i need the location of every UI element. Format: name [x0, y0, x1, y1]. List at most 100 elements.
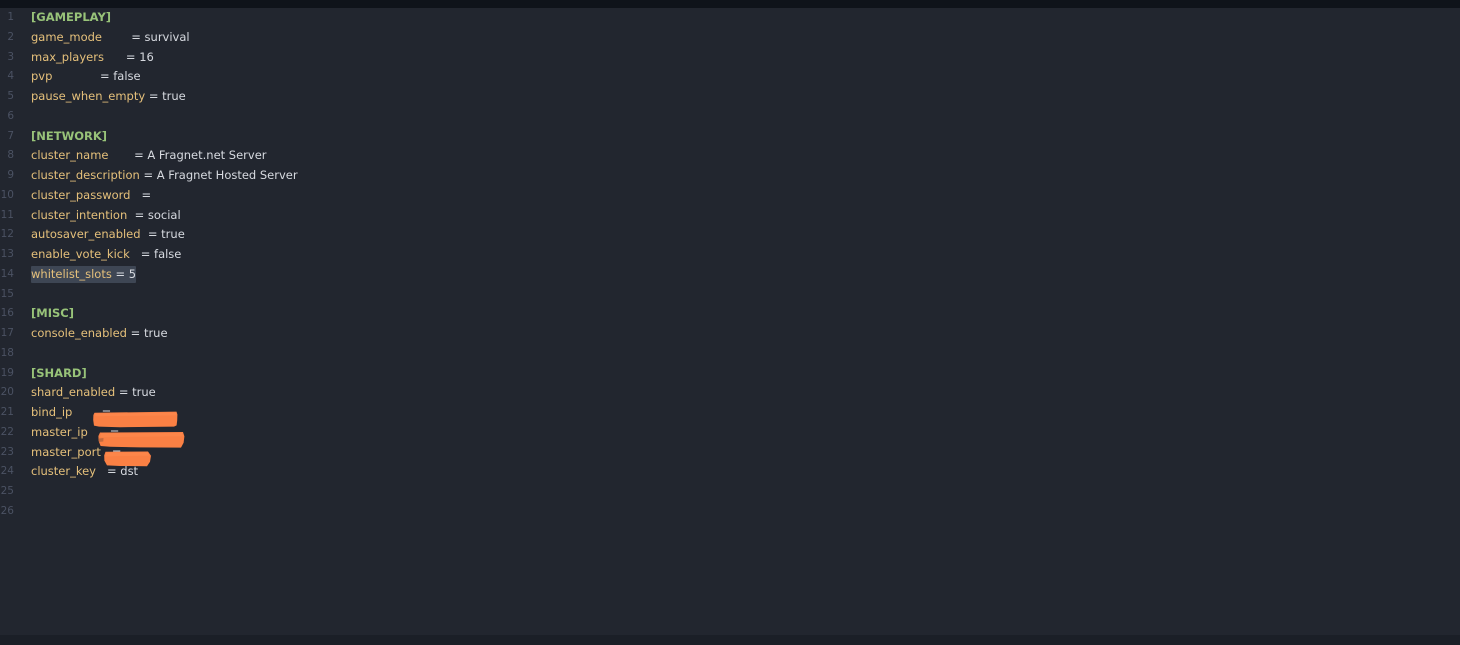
code-line[interactable]: 15 — [0, 285, 1460, 305]
config-key: pvp — [31, 69, 53, 84]
code-line-content[interactable]: game_mode = survival — [31, 28, 190, 48]
config-key: cluster_key — [31, 464, 96, 479]
line-number: 14 — [0, 267, 14, 280]
code-line-content[interactable]: cluster_key = dst — [31, 462, 138, 482]
line-number: 11 — [0, 208, 14, 221]
code-line[interactable]: 13 enable_vote_kick = false — [0, 245, 1460, 265]
code-line-content[interactable]: cluster_name = A Fragnet.net Server — [31, 146, 267, 166]
config-value: A Fragnet Hosted Server — [156, 168, 298, 182]
code-line[interactable]: 16 [MISC] — [0, 304, 1460, 324]
config-padding — [104, 50, 126, 64]
code-line[interactable]: 11 cluster_intention = social — [0, 206, 1460, 226]
config-entry[interactable]: cluster_description = A Fragnet Hosted S… — [31, 168, 298, 182]
config-entry[interactable]: cluster_intention = social — [31, 208, 181, 222]
line-number: 1 — [7, 11, 14, 23]
config-key: whitelist_slots — [31, 266, 112, 281]
selected-text-range[interactable]: whitelist_slots = 5 — [31, 265, 137, 283]
code-line[interactable]: 2 game_mode = survival — [0, 28, 1460, 48]
code-line[interactable]: 6 — [0, 107, 1460, 127]
code-line[interactable]: 21 bind_ip = — [0, 403, 1460, 423]
code-line-content[interactable]: max_players = 16 — [31, 48, 154, 68]
line-number: 19 — [0, 366, 14, 379]
config-entry[interactable]: bind_ip = — [31, 405, 111, 419]
code-line-content[interactable]: shard_enabled = true — [31, 383, 156, 403]
code-line-content[interactable]: pause_when_empty = true — [31, 87, 186, 107]
config-entry[interactable]: pvp = false — [31, 69, 141, 83]
code-line[interactable]: 10 cluster_password = — [0, 186, 1460, 206]
config-entry[interactable]: shard_enabled = true — [31, 385, 156, 399]
line-number: 24 — [0, 465, 14, 478]
code-line-content[interactable]: cluster_description = A Fragnet Hosted S… — [31, 166, 298, 186]
config-equals: = — [147, 227, 162, 242]
config-entry[interactable]: max_players = 16 — [31, 50, 154, 64]
code-line[interactable]: 26 — [0, 502, 1460, 522]
code-line-content[interactable]: enable_vote_kick = false — [31, 245, 181, 265]
line-number: 25 — [0, 485, 14, 497]
code-line[interactable]: 9 cluster_description = A Fragnet Hosted … — [0, 166, 1460, 186]
code-line[interactable]: 25 — [0, 482, 1460, 502]
config-section-header: [GAMEPLAY] — [31, 10, 112, 24]
code-line-content[interactable]: [GAMEPLAY] — [31, 8, 111, 28]
config-entry[interactable]: cluster_password = — [31, 188, 151, 202]
code-line[interactable]: 14 whitelist_slots = 5 — [0, 265, 1460, 285]
config-key: cluster_password — [31, 187, 131, 202]
code-line[interactable]: 3 max_players = 16 — [0, 48, 1460, 68]
config-value: true — [161, 227, 185, 242]
config-entry[interactable]: master_ip = — [31, 425, 119, 439]
code-line[interactable]: 19 [SHARD] — [0, 364, 1460, 384]
config-section-header: [MISC] — [31, 306, 74, 321]
line-number: 18 — [0, 346, 14, 359]
code-lines-container[interactable]: 1 [GAMEPLAY] 2 game_mode = survival 3 max_pla… — [0, 8, 1460, 635]
code-line[interactable]: 23 master_port = — [0, 443, 1460, 463]
code-line[interactable]: 18 — [0, 344, 1460, 364]
code-line[interactable]: 7 [NETWORK] — [0, 127, 1460, 147]
line-number: 2 — [7, 30, 14, 43]
config-value: social — [147, 207, 181, 222]
config-entry[interactable]: enable_vote_kick = false — [31, 247, 181, 261]
line-number: 20 — [0, 386, 14, 399]
config-entry[interactable]: game_mode = survival — [31, 30, 190, 44]
config-key: cluster_intention — [31, 207, 128, 222]
code-line[interactable]: 24 cluster_key = dst — [0, 462, 1460, 482]
code-line-content[interactable]: master_port = — [31, 443, 122, 463]
code-line-content[interactable]: pvp = false — [31, 67, 141, 87]
line-number: 22 — [0, 425, 14, 438]
config-entry[interactable]: autosaver_enabled = true — [31, 227, 185, 241]
config-value: false — [154, 247, 182, 261]
code-line-content[interactable]: [NETWORK] — [31, 127, 107, 147]
config-entry[interactable]: pause_when_empty = true — [31, 89, 186, 103]
code-editor-pane[interactable]: 1 [GAMEPLAY] 2 game_mode = survival 3 max_pla… — [0, 8, 1460, 635]
config-equals: = — [141, 187, 152, 202]
code-line[interactable]: 17 console_enabled = true — [0, 324, 1460, 344]
config-value: 16 — [139, 49, 154, 64]
code-line[interactable]: 5 pause_when_empty = true — [0, 87, 1460, 107]
code-line-content[interactable]: autosaver_enabled = true — [31, 225, 185, 245]
line-number: 15 — [0, 287, 14, 300]
code-line[interactable]: 20 shard_enabled = true — [0, 383, 1460, 403]
code-line-content[interactable]: bind_ip = — [31, 403, 111, 423]
config-entry[interactable]: cluster_name = A Fragnet.net Server — [31, 148, 267, 162]
line-number: 4 — [7, 70, 14, 83]
code-line-content[interactable]: console_enabled = true — [31, 324, 168, 344]
config-equals: = — [130, 326, 144, 340]
code-line[interactable]: 4 pvp = false — [0, 67, 1460, 87]
line-number: 26 — [0, 504, 14, 517]
code-line-content[interactable]: [MISC] — [31, 304, 74, 324]
code-line[interactable]: 1 [GAMEPLAY] — [0, 8, 1460, 28]
config-padding — [130, 247, 141, 261]
config-entry[interactable]: console_enabled = true — [31, 326, 168, 340]
code-line-content[interactable]: whitelist_slots = 5 — [31, 265, 137, 285]
code-line-content[interactable]: cluster_intention = social — [31, 206, 181, 226]
line-number: 5 — [7, 90, 14, 102]
code-line[interactable]: 22 master_ip = — [0, 423, 1460, 443]
config-entry[interactable]: master_port = — [31, 445, 122, 459]
config-entry[interactable]: cluster_key = dst — [31, 464, 138, 478]
config-key: master_ip — [31, 424, 88, 439]
code-line-content[interactable]: [SHARD] — [31, 364, 87, 384]
code-line[interactable]: 8 cluster_name = A Fragnet.net Server — [0, 146, 1460, 166]
code-line-content[interactable]: cluster_password = — [31, 186, 151, 206]
code-line[interactable]: 12 autosaver_enabled = true — [0, 225, 1460, 245]
line-number: 3 — [7, 50, 14, 63]
code-line-content[interactable]: master_ip = — [31, 423, 119, 443]
config-key: shard_enabled — [31, 385, 116, 400]
